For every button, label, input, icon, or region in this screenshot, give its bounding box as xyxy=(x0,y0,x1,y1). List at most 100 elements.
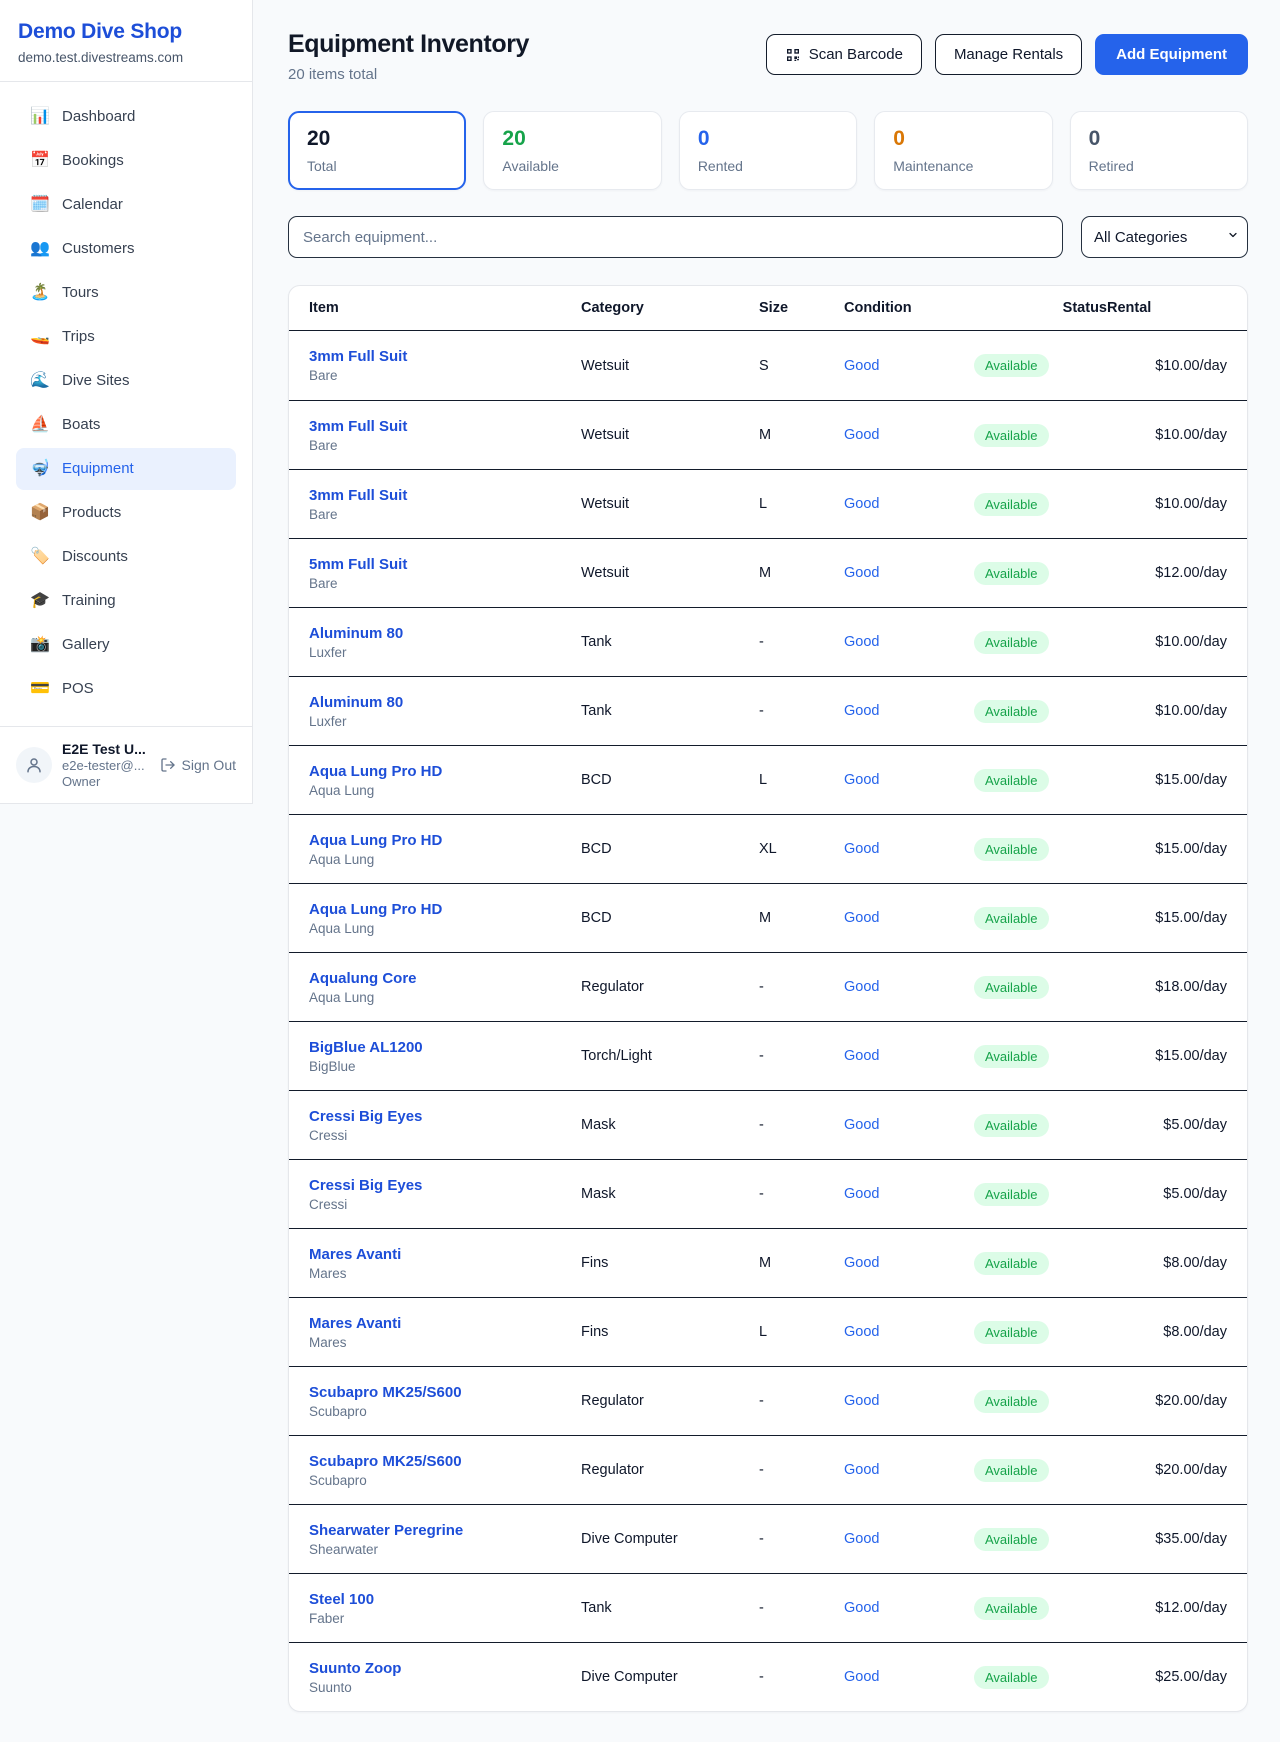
item-name-link[interactable]: Aluminum 80 xyxy=(309,694,581,711)
stat-card-rented[interactable]: 0 Rented xyxy=(679,111,857,190)
condition-link[interactable]: Good xyxy=(844,634,879,650)
page-title: Equipment Inventory xyxy=(288,30,529,59)
item-name-link[interactable]: Steel 100 xyxy=(309,1591,581,1608)
sidebar-item-products[interactable]: 📦 Products xyxy=(16,492,236,534)
sidebar-item-tours[interactable]: 🏝️ Tours xyxy=(16,272,236,314)
condition-link[interactable]: Good xyxy=(844,1669,879,1685)
item-name-link[interactable]: Shearwater Peregrine xyxy=(309,1522,581,1539)
condition-link[interactable]: Good xyxy=(844,358,879,374)
sidebar-item-trips[interactable]: 🚤 Trips xyxy=(16,316,236,358)
condition-link[interactable]: Good xyxy=(844,1462,879,1478)
sidebar-item-bookings[interactable]: 📅 Bookings xyxy=(16,140,236,182)
stat-card-total[interactable]: 20 Total xyxy=(288,111,466,190)
item-name-link[interactable]: Scubapro MK25/S600 xyxy=(309,1453,581,1470)
credit-card-icon: 💳 xyxy=(28,678,52,700)
item-brand: Mares xyxy=(309,1266,581,1281)
item-brand: Bare xyxy=(309,438,581,453)
sidebar-item-label: Trips xyxy=(62,326,95,348)
condition-link[interactable]: Good xyxy=(844,910,879,926)
condition-link[interactable]: Good xyxy=(844,1255,879,1271)
sidebar-item-equipment[interactable]: 🤿 Equipment xyxy=(16,448,236,490)
rental-price: $8.00/day xyxy=(1107,1324,1227,1340)
sidebar-item-dive-sites[interactable]: 🌊 Dive Sites xyxy=(16,360,236,402)
scan-barcode-button[interactable]: Scan Barcode xyxy=(766,34,922,75)
item-name-link[interactable]: Mares Avanti xyxy=(309,1315,581,1332)
condition-link[interactable]: Good xyxy=(844,1117,879,1133)
sidebar-item-calendar[interactable]: 🗓️ Calendar xyxy=(16,184,236,226)
item-size: - xyxy=(759,1600,844,1616)
item-name-link[interactable]: 3mm Full Suit xyxy=(309,348,581,365)
rental-price: $5.00/day xyxy=(1107,1186,1227,1202)
item-size: L xyxy=(759,1324,844,1340)
status-badge: Available xyxy=(974,769,1049,792)
item-category: Mask xyxy=(581,1186,759,1202)
item-size: - xyxy=(759,1531,844,1547)
item-name-link[interactable]: 3mm Full Suit xyxy=(309,487,581,504)
stat-card-retired[interactable]: 0 Retired xyxy=(1070,111,1248,190)
item-name-link[interactable]: Scubapro MK25/S600 xyxy=(309,1384,581,1401)
sidebar-item-customers[interactable]: 👥 Customers xyxy=(16,228,236,270)
sidebar-nav: 📊 Dashboard 📅 Bookings 🗓️ Calendar 👥 Cus… xyxy=(0,82,252,726)
column-header: Condition xyxy=(844,300,974,316)
item-name-link[interactable]: Suunto Zoop xyxy=(309,1660,581,1677)
item-name-link[interactable]: Cressi Big Eyes xyxy=(309,1108,581,1125)
item-size: - xyxy=(759,1669,844,1685)
status-badge: Available xyxy=(974,493,1049,516)
table-row: 3mm Full Suit Bare Wetsuit L Good Availa… xyxy=(289,469,1247,538)
sidebar-item-gallery[interactable]: 📸 Gallery xyxy=(16,624,236,666)
condition-link[interactable]: Good xyxy=(844,979,879,995)
column-header: Item xyxy=(309,300,581,316)
table-row: Suunto Zoop Suunto Dive Computer - Good … xyxy=(289,1642,1247,1711)
spiral-calendar-icon: 🗓️ xyxy=(28,194,52,216)
item-name-link[interactable]: Aqua Lung Pro HD xyxy=(309,832,581,849)
item-name-link[interactable]: BigBlue AL1200 xyxy=(309,1039,581,1056)
item-name-link[interactable]: Cressi Big Eyes xyxy=(309,1177,581,1194)
search-input[interactable] xyxy=(288,216,1063,258)
item-name-link[interactable]: Aqualung Core xyxy=(309,970,581,987)
sidebar-item-discounts[interactable]: 🏷️ Discounts xyxy=(16,536,236,578)
condition-link[interactable]: Good xyxy=(844,1393,879,1409)
sidebar-item-label: Products xyxy=(62,502,121,524)
item-name-link[interactable]: Aqua Lung Pro HD xyxy=(309,763,581,780)
item-category: Wetsuit xyxy=(581,565,759,581)
sidebar-item-pos[interactable]: 💳 POS xyxy=(16,668,236,710)
stat-card-available[interactable]: 20 Available xyxy=(483,111,661,190)
item-name-link[interactable]: 3mm Full Suit xyxy=(309,418,581,435)
condition-link[interactable]: Good xyxy=(844,772,879,788)
condition-link[interactable]: Good xyxy=(844,1531,879,1547)
category-filter-select[interactable]: All Categories xyxy=(1081,216,1248,258)
condition-link[interactable]: Good xyxy=(844,427,879,443)
sidebar-item-dashboard[interactable]: 📊 Dashboard xyxy=(16,96,236,138)
item-name-link[interactable]: Aqua Lung Pro HD xyxy=(309,901,581,918)
condition-link[interactable]: Good xyxy=(844,496,879,512)
rental-price: $10.00/day xyxy=(1107,634,1227,650)
item-name-link[interactable]: Aluminum 80 xyxy=(309,625,581,642)
speedboat-icon: 🚤 xyxy=(28,326,52,348)
add-equipment-button[interactable]: Add Equipment xyxy=(1095,34,1248,75)
status-badge: Available xyxy=(974,1114,1049,1137)
sign-out-button[interactable]: Sign Out xyxy=(160,757,236,773)
stat-value: 20 xyxy=(502,127,642,151)
item-category: BCD xyxy=(581,772,759,788)
condition-link[interactable]: Good xyxy=(844,1324,879,1340)
item-name-link[interactable]: Mares Avanti xyxy=(309,1246,581,1263)
stat-label: Retired xyxy=(1089,158,1229,174)
manage-rentals-button[interactable]: Manage Rentals xyxy=(935,34,1082,75)
table-row: Scubapro MK25/S600 Scubapro Regulator - … xyxy=(289,1366,1247,1435)
condition-link[interactable]: Good xyxy=(844,1600,879,1616)
sidebar-item-boats[interactable]: ⛵ Boats xyxy=(16,404,236,446)
condition-link[interactable]: Good xyxy=(844,1048,879,1064)
table-row: Cressi Big Eyes Cressi Mask - Good Avail… xyxy=(289,1159,1247,1228)
column-header: Status xyxy=(974,300,1107,316)
condition-link[interactable]: Good xyxy=(844,841,879,857)
sidebar-item-label: Equipment xyxy=(62,458,134,480)
sidebar-item-training[interactable]: 🎓 Training xyxy=(16,580,236,622)
condition-link[interactable]: Good xyxy=(844,565,879,581)
condition-link[interactable]: Good xyxy=(844,703,879,719)
sidebar-item-label: Discounts xyxy=(62,546,128,568)
category-filter-wrap: All Categories xyxy=(1081,216,1248,258)
stat-card-maintenance[interactable]: 0 Maintenance xyxy=(874,111,1052,190)
condition-link[interactable]: Good xyxy=(844,1186,879,1202)
item-name-link[interactable]: 5mm Full Suit xyxy=(309,556,581,573)
stat-label: Available xyxy=(502,158,642,174)
